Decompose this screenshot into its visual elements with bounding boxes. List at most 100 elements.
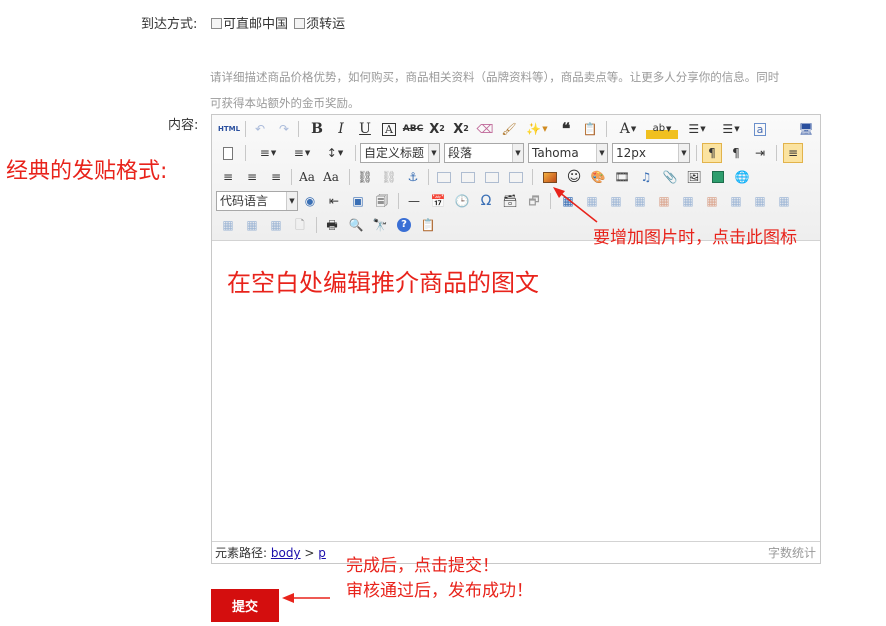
delete-col-icon[interactable]: ▦ bbox=[702, 191, 722, 211]
print-icon[interactable]: 🖶 bbox=[322, 215, 342, 235]
blockquote-icon[interactable]: ❝ bbox=[556, 119, 576, 139]
direct-mail-checkbox[interactable] bbox=[211, 18, 222, 29]
font-color-icon[interactable]: A ▼ bbox=[614, 119, 642, 139]
format-brush-icon[interactable]: 🖌 bbox=[499, 119, 519, 139]
paragraph-format-icon[interactable]: ⇤ bbox=[324, 191, 344, 211]
split-cols-icon[interactable]: ▦ bbox=[266, 215, 286, 235]
map-icon[interactable]: 🌐 bbox=[732, 167, 752, 187]
wordimage-icon[interactable]: 🗃 bbox=[500, 191, 520, 211]
chevron-down-icon: ▼ bbox=[286, 192, 297, 210]
align-right-icon[interactable]: ≡ bbox=[266, 167, 286, 187]
link-icon[interactable]: ⛓ bbox=[355, 167, 375, 187]
path-p-link[interactable]: p bbox=[318, 546, 326, 560]
uppercase-icon[interactable]: Aa bbox=[297, 167, 317, 187]
unordered-list-icon[interactable]: ☰ ▼ bbox=[716, 119, 746, 139]
image-right-icon[interactable] bbox=[482, 167, 502, 187]
image-left-icon[interactable] bbox=[458, 167, 478, 187]
template-icon[interactable]: ▣ bbox=[348, 191, 368, 211]
heading-select[interactable]: 自定义标题 ▼ bbox=[360, 143, 440, 163]
submit-button[interactable]: 提交 bbox=[211, 589, 279, 622]
undo-icon[interactable]: ↶ bbox=[250, 119, 270, 139]
element-path: 元素路径: body > p bbox=[215, 542, 326, 564]
insert-frame-icon[interactable] bbox=[708, 167, 728, 187]
paste-plain-icon[interactable]: 📋 bbox=[580, 119, 600, 139]
font-size-select[interactable]: 12px ▼ bbox=[612, 143, 690, 163]
image-tip-arrow-icon bbox=[553, 187, 598, 223]
image-none-icon[interactable] bbox=[434, 167, 454, 187]
underline-icon[interactable]: U bbox=[355, 119, 375, 139]
row-spacing-top-icon[interactable]: ≡ ▼ bbox=[252, 143, 284, 163]
heading-select-value: 自定义标题 bbox=[364, 146, 425, 160]
preview-icon[interactable]: 🔍 bbox=[346, 215, 366, 235]
chevron-down-icon: ▼ bbox=[596, 144, 607, 162]
forwarding-label: 须转运 bbox=[306, 17, 346, 32]
insert-col-icon[interactable]: ▦ bbox=[678, 191, 698, 211]
anchor-icon[interactable]: ⚓ bbox=[403, 167, 423, 187]
eraser-icon[interactable]: ⌫ bbox=[475, 119, 495, 139]
font-family-select[interactable]: Tahoma ▼ bbox=[528, 143, 608, 163]
page-break-icon[interactable]: ◉ bbox=[300, 191, 320, 211]
submit-tip-line-1: 完成后，点击提交！ bbox=[346, 556, 499, 576]
indent-icon[interactable]: ⇥ bbox=[750, 143, 770, 163]
code-language-select[interactable]: 代码语言 ▼ bbox=[216, 191, 298, 211]
superscript-icon[interactable]: X2 bbox=[427, 119, 447, 139]
line-height-icon[interactable]: ↕ ▼ bbox=[320, 143, 350, 163]
paragraph-select-value: 段落 bbox=[448, 146, 473, 160]
html-source-button[interactable]: HTML bbox=[218, 119, 240, 139]
hint-line-2: 可获得本站额外的金币奖励。 bbox=[210, 96, 360, 110]
ltr-direction-icon[interactable]: ¶ bbox=[702, 143, 722, 163]
horizontal-rule-icon[interactable]: — bbox=[404, 191, 424, 211]
attachment-icon[interactable]: 📎 bbox=[660, 167, 680, 187]
bold-icon[interactable]: B bbox=[307, 119, 327, 139]
highlight-color-icon[interactable]: ab ▼ bbox=[646, 119, 678, 139]
drafts-icon[interactable]: 📋 bbox=[418, 215, 438, 235]
select-all-icon[interactable]: a bbox=[750, 119, 770, 139]
merge-down-icon[interactable]: ▦ bbox=[774, 191, 794, 211]
magic-format-icon[interactable]: ✨ ▼ bbox=[523, 119, 551, 139]
merge-cells-icon[interactable]: ▦ bbox=[726, 191, 746, 211]
strikethrough-icon[interactable]: ABC bbox=[403, 119, 423, 139]
image-center-icon[interactable] bbox=[506, 167, 526, 187]
path-body-link[interactable]: body bbox=[271, 546, 301, 560]
format-annotation: 经典的发贴格式: bbox=[6, 159, 168, 184]
image-gallery-icon[interactable]: 🖼 bbox=[684, 167, 704, 187]
insert-video-icon[interactable]: 🎞 bbox=[612, 167, 632, 187]
italic-icon[interactable]: I bbox=[331, 119, 351, 139]
date-icon[interactable]: 📅 bbox=[428, 191, 448, 211]
justify-left-active-icon[interactable]: ≡ bbox=[783, 143, 803, 163]
insert-row-icon[interactable]: ▦ bbox=[630, 191, 650, 211]
paragraph-select[interactable]: 段落 ▼ bbox=[444, 143, 524, 163]
align-center-icon[interactable]: ≡ bbox=[242, 167, 262, 187]
snapscreen-icon[interactable]: 🗗 bbox=[524, 191, 544, 211]
word-count: 字数统计 bbox=[767, 546, 816, 560]
row-spacing-bottom-icon[interactable]: ≡ ▼ bbox=[287, 143, 317, 163]
search-replace-icon[interactable]: 🔭 bbox=[370, 215, 390, 235]
split-cells-icon[interactable]: ▦ bbox=[218, 215, 238, 235]
background-icon[interactable]: 🗐 bbox=[372, 191, 392, 211]
rich-text-editor: HTML ↶ ↷ B I U A ABC X2 X2 ⌫ 🖌 ✨ ▼ ❝ 📋 A ▼… bbox=[211, 114, 821, 564]
delete-row-icon[interactable]: ▦ bbox=[654, 191, 674, 211]
time-icon[interactable]: 🕒 bbox=[452, 191, 472, 211]
ordered-list-icon[interactable]: ☰ ▼ bbox=[682, 119, 712, 139]
insert-paragraph-before-table-icon[interactable]: ▦ bbox=[606, 191, 626, 211]
table-props-icon[interactable]: 🗋 bbox=[290, 215, 310, 235]
font-border-icon[interactable]: A bbox=[379, 119, 399, 139]
submit-tip-arrow-icon bbox=[282, 593, 330, 603]
insert-music-icon[interactable]: ♫ bbox=[636, 167, 656, 187]
redo-icon[interactable]: ↷ bbox=[274, 119, 294, 139]
special-chars-icon[interactable]: Ω bbox=[476, 191, 496, 211]
rtl-direction-icon[interactable]: ¶ bbox=[726, 143, 746, 163]
clear-doc-icon[interactable] bbox=[218, 143, 238, 163]
split-rows-icon[interactable]: ▦ bbox=[242, 215, 262, 235]
subscript-icon[interactable]: X2 bbox=[451, 119, 471, 139]
forwarding-checkbox[interactable] bbox=[294, 18, 306, 29]
align-left-icon[interactable]: ≡ bbox=[218, 167, 238, 187]
help-icon[interactable]: ? bbox=[394, 215, 414, 235]
hint-line-1: 请详细描述商品价格优势，如何购买，商品相关资料（品牌资料等），商品卖点等。让更多… bbox=[210, 70, 780, 84]
unlink-icon[interactable]: ⛓ bbox=[379, 167, 399, 187]
lowercase-icon[interactable]: Aa bbox=[321, 167, 341, 187]
chevron-down-icon: ▼ bbox=[678, 144, 689, 162]
merge-right-icon[interactable]: ▦ bbox=[750, 191, 770, 211]
fullscreen-icon[interactable]: 🖥 bbox=[796, 119, 816, 139]
submit-tip-annotation: 完成后，点击提交！ 审核通过后，发布成功！ bbox=[346, 554, 533, 604]
